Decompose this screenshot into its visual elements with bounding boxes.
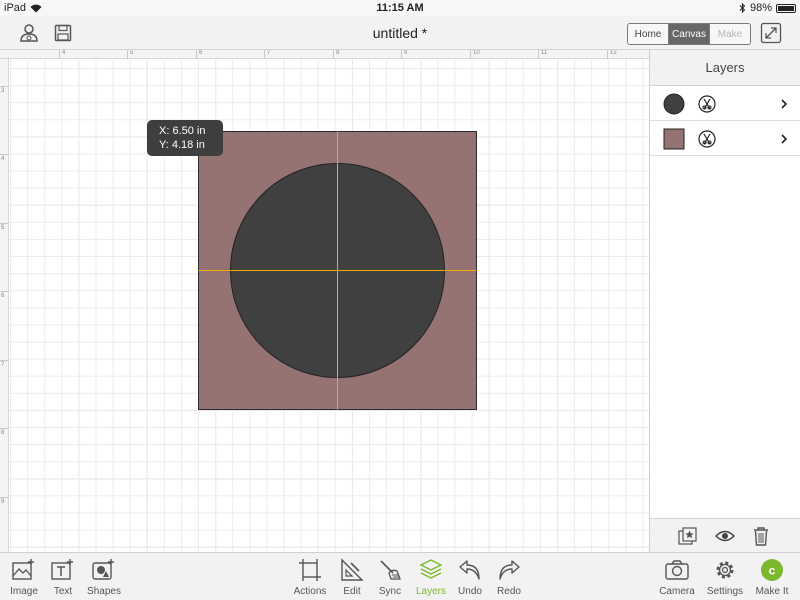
circle-swatch-icon [663, 93, 685, 115]
layers-label: Layers [415, 586, 446, 597]
layer-item-square[interactable] [650, 121, 800, 156]
expand-icon [760, 22, 782, 44]
camera-icon [665, 560, 689, 580]
mode-switcher: Home Canvas Make [627, 23, 751, 45]
visibility-button[interactable] [714, 526, 736, 546]
edit-label: Edit [343, 586, 361, 597]
redo-label: Redo [497, 586, 521, 597]
shapes-icon [92, 559, 114, 580]
svg-text:c: c [769, 564, 776, 578]
image-label: Image [10, 586, 38, 597]
undo-icon [459, 560, 480, 580]
sync-icon [380, 560, 401, 580]
trash-icon [754, 527, 768, 546]
undo-label: Undo [458, 586, 482, 597]
bluetooth-icon [739, 3, 746, 13]
make-it-label: Make It [755, 586, 789, 597]
mode-home-tab[interactable]: Home [628, 24, 669, 44]
cricut-logo-icon: c [761, 559, 783, 581]
camera-button[interactable]: Camera [653, 557, 701, 599]
text-icon [51, 559, 73, 580]
star-group-icon [678, 527, 697, 545]
position-tooltip: X: 6.50 in Y: 4.18 in [147, 120, 223, 156]
settings-label: Settings [706, 586, 744, 597]
y-coordinate: Y: 4.18 in [159, 139, 205, 151]
mode-make-tab[interactable]: Make [710, 24, 750, 44]
battery-icon [776, 3, 796, 13]
actions-button[interactable]: Actions [286, 557, 334, 599]
group-layers-button[interactable] [677, 526, 699, 546]
status-bar: iPad 11:15 AM 98% [0, 0, 800, 16]
text-label: Text [53, 586, 73, 597]
redo-icon [499, 560, 520, 580]
edit-icon [341, 558, 364, 581]
layers-title: Layers [650, 50, 800, 86]
image-icon [12, 559, 34, 580]
eye-icon [715, 530, 735, 542]
layer-item-circle[interactable] [650, 86, 800, 121]
square-swatch-icon [663, 128, 685, 150]
chevron-right-icon[interactable] [777, 97, 791, 111]
insert-shapes-button[interactable]: Shapes [80, 557, 128, 599]
design-canvas[interactable]: 4 5 6 7 8 9 10 11 12 3 4 5 6 7 8 9 X: 6.… [0, 50, 649, 552]
gear-icon [716, 561, 734, 579]
fullscreen-button[interactable] [758, 21, 784, 45]
battery-percent: 98% [749, 2, 772, 14]
actions-icon [299, 559, 321, 581]
mode-canvas-tab[interactable]: Canvas [669, 24, 710, 44]
top-toolbar: untitled * Home Canvas Make [0, 16, 800, 50]
actions-label: Actions [293, 586, 327, 597]
settings-button[interactable]: Settings [701, 557, 749, 599]
scissors-cut-icon[interactable] [698, 95, 716, 113]
delete-layer-button[interactable] [750, 526, 772, 546]
clock: 11:15 AM [376, 2, 424, 14]
x-coordinate: X: 6.50 in [159, 125, 206, 137]
layers-panel: Layers [649, 50, 800, 552]
sync-label: Sync [378, 586, 402, 597]
redo-button[interactable]: Redo [485, 557, 533, 599]
layers-footer [650, 518, 800, 552]
layers-icon [419, 559, 443, 579]
scissors-cut-icon[interactable] [698, 130, 716, 148]
bottom-toolbar: Image Text Shapes Actions Edit Sync Laye… [0, 552, 800, 600]
camera-label: Camera [659, 586, 695, 597]
make-it-button[interactable]: c Make It [748, 557, 796, 599]
chevron-right-icon[interactable] [777, 132, 791, 146]
canvas-shapes [198, 131, 477, 410]
shapes-label: Shapes [87, 586, 121, 597]
